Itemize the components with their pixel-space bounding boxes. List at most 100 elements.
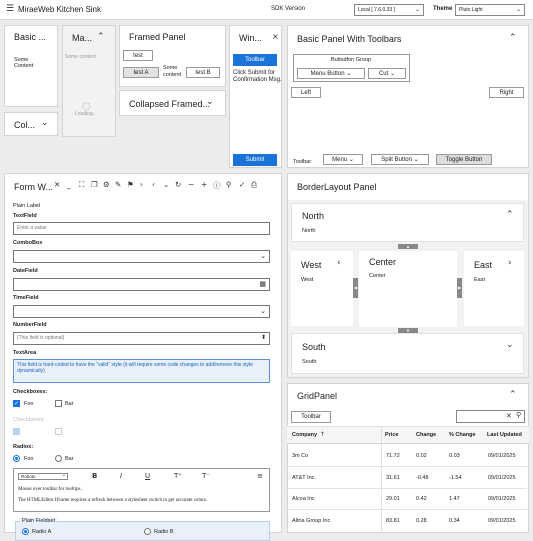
minimize-icon[interactable]: _ <box>67 180 71 189</box>
chevron-down-icon[interactable]: ⌄ <box>206 97 214 107</box>
datefield-input[interactable]: ▦ <box>13 278 270 291</box>
chevron-left-icon[interactable]: ‹ <box>337 258 341 268</box>
bold-icon[interactable]: B <box>92 472 97 480</box>
plain-label: Plain Label <box>13 203 41 209</box>
chevron-down-icon[interactable]: ⌄ <box>41 118 49 128</box>
left-button[interactable]: Left <box>291 87 321 98</box>
chevron-down-icon[interactable]: ⌄ <box>260 306 266 317</box>
chevron-down-icon[interactable]: ⌄ <box>163 180 169 189</box>
app-title: MiraeWeb Kitchen Sink <box>18 5 101 14</box>
checkbox-disabled-bar <box>55 428 62 435</box>
collapsed-framed-panel[interactable]: Collapsed Framed... ⌄ <box>119 90 226 116</box>
sort-arrow-icon[interactable]: ↑ <box>320 431 325 438</box>
south-title: South <box>302 342 326 352</box>
chevron-up-icon[interactable]: ⌃ <box>97 32 105 42</box>
radio-b[interactable] <box>144 528 151 535</box>
check-icon[interactable]: ✓ <box>239 180 245 189</box>
chevron-down-icon: ⌄ <box>61 472 66 478</box>
close-icon[interactable]: ✕ <box>54 180 60 189</box>
menu-icon[interactable]: ☰ <box>6 4 14 14</box>
grid-search-input[interactable]: ✕ ⚲ <box>456 410 525 423</box>
chevron-up-icon[interactable]: ⌃ <box>509 390 517 400</box>
search-icon[interactable]: ⚲ <box>226 180 232 189</box>
radio-a[interactable] <box>22 528 29 535</box>
cell-last-updated: 09/01/2025 <box>488 518 516 524</box>
sdk-version-select[interactable]: Local [ 7.6.0.33 ] ⌄ <box>354 4 424 16</box>
north-content: North <box>302 228 316 234</box>
chevron-down-icon[interactable]: ⌄ <box>260 251 266 262</box>
cell-change: -0.48 <box>416 475 429 481</box>
italic-icon[interactable]: I <box>120 472 122 480</box>
editor-line-2[interactable]: The HTMLEditor IFrame requires a refresh… <box>18 498 207 503</box>
chevron-up-icon[interactable]: ⌃ <box>506 210 514 220</box>
align-icon[interactable]: ≡ <box>257 472 263 480</box>
plus-icon[interactable]: + <box>201 180 207 189</box>
underline-icon[interactable]: U <box>145 472 150 480</box>
test-b-button[interactable]: test B <box>186 67 220 78</box>
center-content: Center <box>369 273 386 279</box>
restore-icon[interactable]: ❐ <box>91 180 98 189</box>
chevron-down-icon: ⌄ <box>515 6 521 13</box>
radio-a-label: Radio A <box>32 529 52 535</box>
column-header-price[interactable]: Price <box>385 432 398 438</box>
editor-font-select[interactable]: Roboto ⌄ <box>18 473 68 480</box>
combobox-input[interactable]: ⌄ <box>13 250 270 263</box>
menu-button[interactable]: Menu Button ⌄ <box>297 68 365 79</box>
textfield-input[interactable]: Enter a value <box>13 222 270 235</box>
numberfield-input[interactable]: (This field is optional) ⬍ <box>13 332 270 345</box>
chevron-down-icon: ⌄ <box>413 157 419 163</box>
clear-icon[interactable]: ✕ <box>506 412 512 420</box>
print-icon[interactable]: ⎙ <box>251 180 257 190</box>
grid-toolbar-button[interactable]: Toolbar <box>291 411 331 423</box>
checkbox-foo[interactable]: ✓ <box>13 400 20 407</box>
font-decrease-icon[interactable]: T⁻ <box>202 472 210 480</box>
refresh-icon[interactable]: ↻ <box>175 180 181 189</box>
help-icon[interactable]: ⓘ <box>213 180 221 191</box>
fieldset-title: Plain Fieldset <box>20 518 58 524</box>
east-splitter-handle[interactable]: ▶ <box>457 278 462 298</box>
chevron-down-icon[interactable]: ⌄ <box>506 340 514 350</box>
right-button[interactable]: Right <box>489 87 524 98</box>
timefield-input[interactable]: ⌄ <box>13 305 270 318</box>
toggle-button[interactable]: Toggle Button <box>436 154 492 165</box>
gear-icon[interactable]: ⚙ <box>103 180 110 189</box>
center-title: Center <box>369 257 397 267</box>
framed-some-content: Some content <box>163 65 182 78</box>
calendar-icon[interactable]: ▦ <box>259 279 266 290</box>
split-button[interactable]: Split Button ⌄ <box>371 154 429 165</box>
textarea-input[interactable]: This field is hard-coded to have the "va… <box>13 359 270 383</box>
chevron-right-icon[interactable]: › <box>508 258 512 268</box>
close-icon[interactable]: × <box>272 32 279 41</box>
chevron-left-icon[interactable]: ‹ <box>152 180 155 189</box>
editor-line-1[interactable]: Mouse over toolbar for tooltips. <box>18 487 82 492</box>
collapsed-panel[interactable]: Col... ⌄ <box>4 112 58 136</box>
cell-percent-change: 0.03 <box>449 453 460 459</box>
submit-button[interactable]: Submit <box>233 154 277 166</box>
checkbox-foo-label: Foo <box>24 401 34 407</box>
flag-icon[interactable]: ⚑ <box>127 180 134 189</box>
north-splitter-handle[interactable]: ▲ <box>398 244 418 249</box>
pin-icon[interactable]: ✎ <box>115 180 121 189</box>
checkbox-bar[interactable] <box>55 400 62 407</box>
search-icon[interactable]: ⚲ <box>516 411 521 419</box>
radio-bar[interactable] <box>55 455 62 462</box>
masked-panel-title: Ma... <box>72 33 93 43</box>
chevron-up-icon[interactable]: ⌃ <box>509 33 517 43</box>
test-button[interactable]: test <box>123 50 153 61</box>
column-header-change[interactable]: Change <box>416 432 436 438</box>
chevron-right-icon[interactable]: › <box>140 180 143 189</box>
test-a-button[interactable]: test A <box>123 67 159 78</box>
cut-button[interactable]: Cut ⌄ <box>368 68 406 79</box>
window-toolbar-button[interactable]: Toolbar <box>233 54 277 66</box>
spinner-icon[interactable]: ⬍ <box>261 332 266 343</box>
column-header-percent-change[interactable]: % Change <box>449 432 476 438</box>
font-increase-icon[interactable]: T⁺ <box>174 472 182 480</box>
minus-icon[interactable]: − <box>188 180 194 189</box>
column-header-last-updated[interactable]: Last Updated <box>487 432 522 438</box>
column-header-company[interactable]: Company <box>292 432 317 438</box>
menu-dropdown-button[interactable]: Menu ⌄ <box>323 154 363 165</box>
theme-select[interactable]: Pluto Light ⌄ <box>455 4 525 16</box>
west-splitter-handle[interactable]: ◀ <box>353 278 358 298</box>
maximize-icon[interactable]: ⛶ <box>79 180 84 190</box>
radio-foo[interactable] <box>13 455 20 462</box>
